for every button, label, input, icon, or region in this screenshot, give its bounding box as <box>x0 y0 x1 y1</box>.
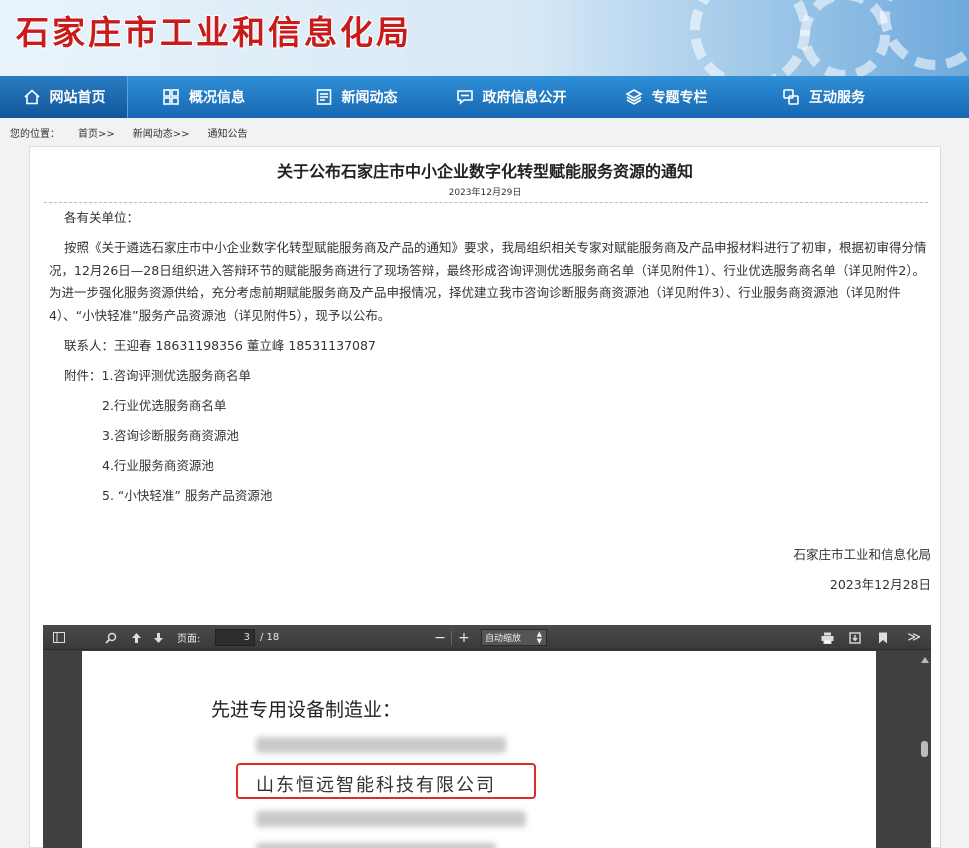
page-number-input[interactable] <box>215 629 255 646</box>
site-banner: 石家庄市工业和信息化局 <box>0 0 969 76</box>
grid-icon <box>161 87 181 107</box>
article-date: 2023年12月29日 <box>448 188 522 198</box>
page-total: / 18 <box>260 632 280 643</box>
home-icon <box>22 87 42 107</box>
main-nav: 网站首页 概况信息 新闻动态 政府信息公开 专题专栏 互动服务 <box>0 76 969 118</box>
attachments-line: 附件：1.咨询评测优选服务商名单 <box>49 365 931 388</box>
attachment-link[interactable]: 4.行业服务商资源池 <box>49 455 931 478</box>
blurred-company-name <box>256 843 496 848</box>
article-body: 各有关单位： 按照《关于遴选石家庄市中小企业数字化转型赋能服务商及产品的通知》要… <box>49 207 931 597</box>
nav-item-gov-info[interactable]: 政府信息公开 <box>433 76 588 118</box>
nav-label: 新闻动态 <box>341 90 398 106</box>
divider <box>44 202 928 203</box>
nav-label: 概况信息 <box>189 90 245 106</box>
nav-label: 专题专栏 <box>651 90 708 106</box>
site-title: 石家庄市工业和信息化局 <box>16 13 412 52</box>
nav-item-overview[interactable]: 概况信息 <box>128 76 278 118</box>
breadcrumb-news[interactable]: 新闻动态>> <box>133 125 190 140</box>
breadcrumb-prefix: 您的位置： <box>10 129 60 140</box>
search-icon[interactable] <box>103 629 119 646</box>
zoom-out-icon[interactable]: − <box>433 629 447 646</box>
nav-item-news[interactable]: 新闻动态 <box>278 76 433 118</box>
attachment-link[interactable]: 3.咨询诊断服务商资源池 <box>49 425 931 448</box>
signature: 石家庄市工业和信息化局 <box>793 547 931 562</box>
article-title: 关于公布石家庄市中小企业数字化转型赋能服务资源的通知 <box>276 162 693 181</box>
scroll-up-icon[interactable] <box>921 657 929 663</box>
blurred-company-name <box>256 737 506 753</box>
pdf-scrollbar[interactable] <box>919 651 931 848</box>
contacts: 联系人：王迎春 18631198356 董立峰 18531137087 <box>64 337 376 353</box>
zoom-select[interactable]: 自动缩放 ▲ ▼ <box>481 629 547 646</box>
chat-icon <box>455 87 475 107</box>
signature-date: 2023年12月28日 <box>829 577 931 592</box>
zoom-in-icon[interactable]: + <box>457 629 471 646</box>
nav-label: 政府信息公开 <box>482 90 567 106</box>
nav-item-topics[interactable]: 专题专栏 <box>588 76 743 118</box>
download-icon[interactable] <box>847 629 863 646</box>
blurred-company-name <box>256 811 526 827</box>
pdf-toolbar: 页面: / 18 − + 自动缩放 ▲▼ ≫ <box>43 625 931 650</box>
dropdown-arrows-icon: ▲ ▼ <box>536 629 542 645</box>
page-label: 页面: <box>177 634 201 645</box>
attachment-link[interactable]: 1.咨询评测优选服务商名单 <box>102 368 251 383</box>
newspaper-icon <box>314 87 334 107</box>
gear-decoration-icon <box>690 0 810 76</box>
breadcrumb-home[interactable]: 首页>> <box>78 125 115 140</box>
more-tools-icon[interactable]: ≫ <box>905 629 923 646</box>
greeting: 各有关单位： <box>64 210 140 225</box>
pdf-page: 先进专用设备制造业： 山东恒远智能科技有限公司 <box>82 651 876 848</box>
next-page-icon[interactable] <box>151 629 165 646</box>
interact-icon <box>781 87 801 107</box>
toolbar-separator <box>448 629 454 646</box>
bookmark-icon[interactable] <box>875 629 891 646</box>
body-paragraph: 按照《关于遴选石家庄市中小企业数字化转型赋能服务商及产品的通知》要求，我局组织相… <box>49 240 927 323</box>
nav-item-interact[interactable]: 互动服务 <box>743 76 903 118</box>
nav-label: 网站首页 <box>49 90 106 106</box>
highlight-box <box>236 763 536 799</box>
gear-decoration-icon <box>880 0 969 70</box>
previous-page-icon[interactable] <box>129 629 143 646</box>
scroll-thumb[interactable] <box>921 741 928 757</box>
zoom-value: 自动缩放 <box>485 634 522 644</box>
print-icon[interactable] <box>819 629 835 646</box>
breadcrumb: 您的位置： 首页>> 新闻动态>> 通知公告 <box>10 125 262 140</box>
layers-icon <box>624 87 644 107</box>
pdf-viewer: 页面: / 18 − + 自动缩放 ▲▼ ≫ 先进专用设备制造业： 山东恒远智能… <box>43 625 931 848</box>
pdf-category: 先进专用设备制造业： <box>211 699 402 721</box>
breadcrumb-notices[interactable]: 通知公告 <box>208 125 248 140</box>
gear-decoration-icon <box>800 0 890 76</box>
nav-item-home[interactable]: 网站首页 <box>0 76 128 118</box>
sidebar-toggle-icon[interactable] <box>51 629 67 646</box>
attachment-link[interactable]: 5. “小快轻准” 服务产品资源池 <box>49 485 931 508</box>
attachment-link[interactable]: 2.行业优选服务商名单 <box>49 395 931 418</box>
attachments-prefix: 附件： <box>64 367 102 383</box>
nav-label: 互动服务 <box>809 90 865 106</box>
